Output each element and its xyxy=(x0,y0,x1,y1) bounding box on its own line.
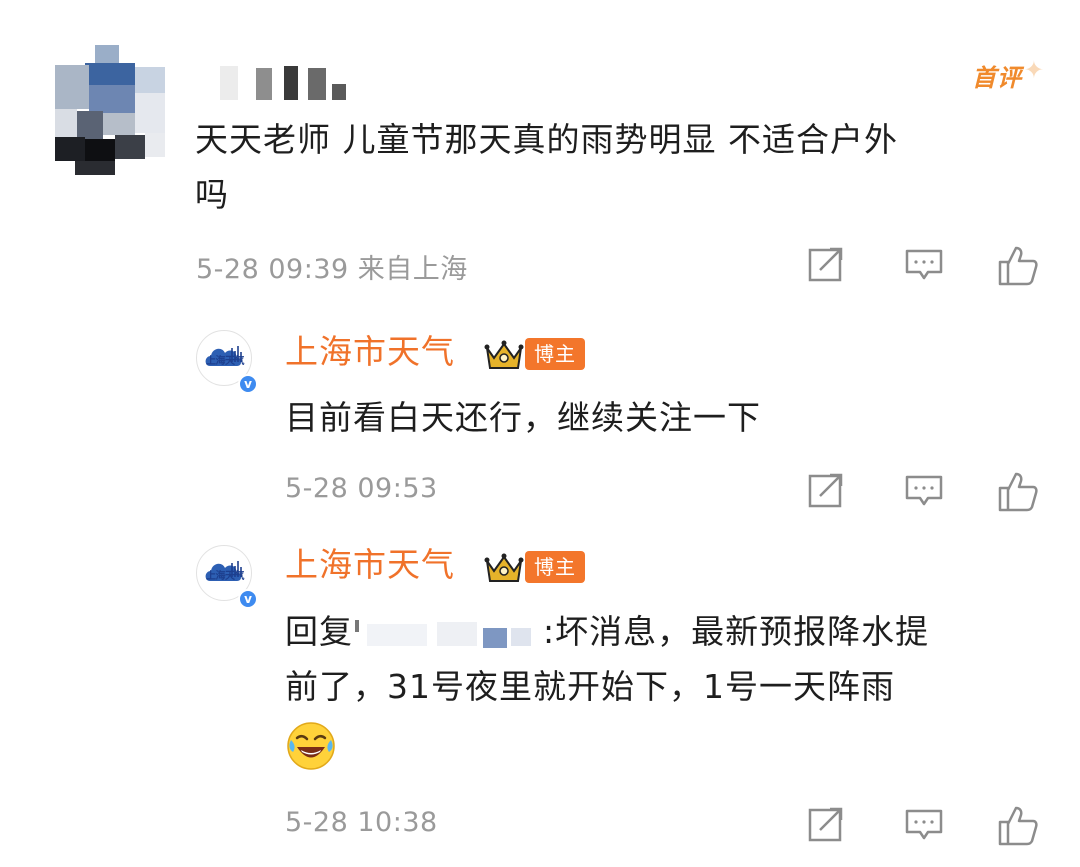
host-badge: 博主 xyxy=(525,338,585,370)
reply-prefix: 回复 xyxy=(285,612,353,651)
reply-meta: 5-28 10:38 xyxy=(285,807,438,838)
repost-icon[interactable] xyxy=(806,804,846,848)
reply-meta: 5-28 09:53 xyxy=(285,473,438,504)
reply-author-avatar[interactable]: 上海天气 v xyxy=(196,545,258,613)
reply-body: 目前看白天还行，继续关注一下 xyxy=(285,398,761,437)
first-comment-badge: 首评 ✦ xyxy=(960,56,1048,92)
avatar-logo-text: 上海天气 xyxy=(206,571,245,582)
reply-author-name[interactable]: 上海市天气 xyxy=(285,545,455,585)
comment-body: 天天老师 儿童节那天真的雨势明显 不适合户外 吗 xyxy=(195,112,1055,222)
comment-meta: 5-28 09:39 来自上海 xyxy=(196,254,468,285)
reply-author-avatar[interactable]: 上海天气 v xyxy=(196,330,258,398)
avatar-logo-text: 上海天气 xyxy=(206,356,245,367)
commenter-name-blurred[interactable] xyxy=(212,62,352,102)
verified-icon: v xyxy=(238,589,258,609)
mention-blurred[interactable] xyxy=(353,614,543,654)
reply-body: 回复 :坏消息，最新预报降水提 前了，31号夜里就开始下，1号一天阵雨 xyxy=(285,604,1055,714)
comment-icon[interactable] xyxy=(904,244,944,288)
like-icon[interactable] xyxy=(996,804,1038,848)
repost-icon[interactable] xyxy=(806,470,846,514)
repost-icon[interactable] xyxy=(806,244,846,288)
first-comment-label: 首评 xyxy=(972,64,1022,92)
reply-text-after-mention: :坏消息，最新预报降水提 xyxy=(543,612,930,651)
reply-actions xyxy=(806,804,1046,850)
sparkle-icon: ✦ xyxy=(1023,56,1044,84)
like-icon[interactable] xyxy=(996,244,1038,288)
comment-icon[interactable] xyxy=(904,804,944,848)
crown-icon xyxy=(484,553,524,582)
comment-text-line: 天天老师 儿童节那天真的雨势明显 不适合户外 xyxy=(195,120,898,159)
reply-text-line: 前了，31号夜里就开始下，1号一天阵雨 xyxy=(285,667,895,706)
commenter-avatar[interactable] xyxy=(55,45,165,175)
like-icon[interactable] xyxy=(996,470,1038,514)
comment-actions xyxy=(806,244,1046,290)
verified-icon: v xyxy=(238,374,258,394)
reply-actions xyxy=(806,470,1046,516)
laughing-tears-emoji xyxy=(287,722,335,770)
comment-thread: 首评 ✦ 天天老师 儿童节那天真的雨势明显 不适合户外 吗 5-28 09:39… xyxy=(0,0,1080,867)
crown-icon xyxy=(484,340,524,369)
reply-author-name[interactable]: 上海市天气 xyxy=(285,332,455,372)
comment-text-line: 吗 xyxy=(195,175,229,214)
comment-icon[interactable] xyxy=(904,470,944,514)
reply-text-line: 回复 :坏消息，最新预报降水提 xyxy=(285,604,1055,659)
host-badge: 博主 xyxy=(525,551,585,583)
